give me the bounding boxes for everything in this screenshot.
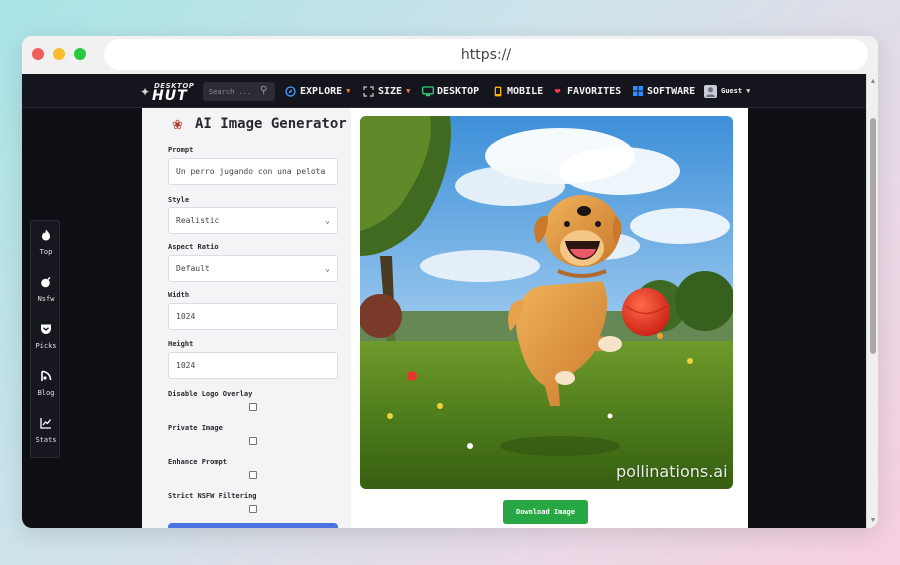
sidebar-item-label: Stats — [35, 436, 57, 444]
scroll-down-arrow-icon[interactable]: ▼ — [869, 517, 877, 525]
nav-size-label: SIZE — [378, 85, 403, 97]
aspect-ratio-value: Default — [176, 264, 210, 273]
sidebar-item-picks[interactable]: Picks — [31, 315, 61, 361]
prompt-label: Prompt — [168, 146, 194, 154]
site-logo[interactable]: ✦ DESKTOP HUT — [140, 82, 196, 104]
style-select[interactable]: Realistic ⌄ — [168, 207, 338, 234]
user-avatar-icon — [704, 84, 717, 98]
sidebar-item-top[interactable]: Top — [31, 221, 61, 267]
sidebar-item-blog[interactable]: Blog — [31, 362, 61, 408]
result-panel: pollinations.ai Download Image — [351, 108, 748, 528]
address-bar[interactable]: https:// — [104, 39, 868, 70]
page-title: AI Image Generator — [195, 116, 347, 132]
prompt-input[interactable]: Un perro jugando con una pelota — [168, 158, 338, 185]
site-navbar: ✦ DESKTOP HUT ⚲ EXPLORE ▼ SIZE ▼ — [22, 74, 866, 108]
generated-image: pollinations.ai — [360, 116, 733, 489]
address-bar-url: https:// — [460, 46, 512, 63]
aspect-ratio-label: Aspect Ratio — [168, 243, 219, 251]
scrollbar-thumb[interactable] — [870, 118, 876, 354]
close-window-button[interactable] — [32, 48, 44, 60]
chart-line-icon — [40, 417, 52, 429]
nav-explore[interactable]: EXPLORE ▼ — [285, 84, 350, 98]
sidebar-item-label: Top — [39, 248, 53, 256]
windows-icon — [632, 85, 643, 97]
maximize-window-button[interactable] — [74, 48, 86, 60]
browser-window: https:// ✦ DESKTOP HUT ⚲ EXPLORE ▼ — [22, 36, 878, 528]
chevron-down-icon: ▼ — [346, 87, 351, 95]
smartphone-icon — [492, 86, 503, 97]
strict-nsfw-filtering-checkbox[interactable] — [249, 505, 257, 513]
sidebar-item-label: Blog — [37, 389, 55, 397]
aspect-ratio-select[interactable]: Default ⌄ — [168, 255, 338, 282]
pocket-icon — [40, 323, 52, 335]
width-value: 1024 — [176, 312, 196, 321]
nav-favorites[interactable]: ❤ FAVORITES — [552, 84, 621, 98]
generated-image-art — [360, 116, 733, 489]
browser-titlebar: https:// — [22, 36, 878, 74]
resize-icon — [363, 85, 374, 97]
chevron-down-icon: ▼ — [406, 87, 411, 95]
height-value: 1024 — [176, 361, 196, 370]
heart-icon: ❤ — [554, 85, 561, 97]
page-scrollbar[interactable]: ▲ ▼ — [866, 74, 878, 528]
width-input[interactable]: 1024 — [168, 303, 338, 330]
nav-desktop[interactable]: DESKTOP — [422, 84, 479, 98]
search-icon[interactable]: ⚲ — [260, 85, 267, 96]
blog-icon — [40, 370, 52, 382]
chevron-down-icon: ⌄ — [325, 216, 330, 225]
minimize-window-button[interactable] — [53, 48, 65, 60]
sidebar-item-nsfw[interactable]: Nsfw — [31, 268, 61, 314]
generator-header: ❀ AI Image Generator — [172, 116, 347, 132]
nav-explore-label: EXPLORE — [300, 85, 343, 97]
search-input[interactable] — [209, 84, 259, 99]
private-image-label: Private Image — [168, 424, 223, 432]
page-viewport: ✦ DESKTOP HUT ⚲ EXPLORE ▼ SIZE ▼ — [22, 74, 866, 528]
brain-icon: ❀ — [172, 116, 183, 132]
height-label: Height — [168, 340, 194, 348]
nav-software[interactable]: SOFTWARE — [632, 84, 695, 98]
nav-desktop-label: DESKTOP — [437, 85, 480, 97]
style-label: Style — [168, 196, 190, 204]
nav-software-label: SOFTWARE — [647, 85, 696, 97]
logo-main-text: HUT — [152, 88, 188, 104]
flame-icon — [40, 229, 52, 241]
site-search: ⚲ — [203, 82, 275, 101]
generate-button[interactable] — [168, 523, 338, 528]
sidebar-item-stats[interactable]: Stats — [31, 409, 61, 455]
style-value: Realistic — [176, 216, 220, 225]
nav-favorites-label: FAVORITES — [567, 85, 622, 97]
disable-logo-overlay-checkbox[interactable] — [249, 403, 257, 411]
strict-nsfw-filtering-label: Strict NSFW Filtering — [168, 492, 257, 500]
generator-form: ❀ AI Image Generator Prompt Un perro jug… — [142, 108, 351, 528]
width-label: Width — [168, 291, 190, 299]
sidebar-item-label: Nsfw — [37, 295, 55, 303]
private-image-checkbox[interactable] — [249, 437, 257, 445]
chevron-down-icon: ⌄ — [325, 264, 330, 273]
nav-user-label: Guest — [721, 87, 743, 95]
chevron-down-icon: ▼ — [746, 87, 751, 95]
nav-size[interactable]: SIZE ▼ — [363, 84, 410, 98]
nav-mobile-label: MOBILE — [507, 85, 544, 97]
side-nav: Top Nsfw Picks Blog Stats — [30, 220, 60, 458]
nav-user-menu[interactable]: Guest ▼ — [704, 84, 750, 98]
compass-icon — [285, 85, 296, 97]
enhance-prompt-label: Enhance Prompt — [168, 458, 228, 466]
scroll-up-arrow-icon[interactable]: ▲ — [869, 78, 877, 86]
bomb-icon — [40, 276, 52, 288]
disable-logo-overlay-label: Disable Logo Overlay — [168, 390, 253, 398]
nav-mobile[interactable]: MOBILE — [492, 84, 543, 98]
monitor-icon — [422, 85, 434, 97]
image-watermark: pollinations.ai — [616, 462, 728, 481]
download-image-button[interactable]: Download Image — [503, 500, 588, 524]
enhance-prompt-checkbox[interactable] — [249, 471, 257, 479]
prompt-value: Un perro jugando con una pelota — [176, 167, 326, 176]
height-input[interactable]: 1024 — [168, 352, 338, 379]
sidebar-item-label: Picks — [35, 342, 57, 350]
